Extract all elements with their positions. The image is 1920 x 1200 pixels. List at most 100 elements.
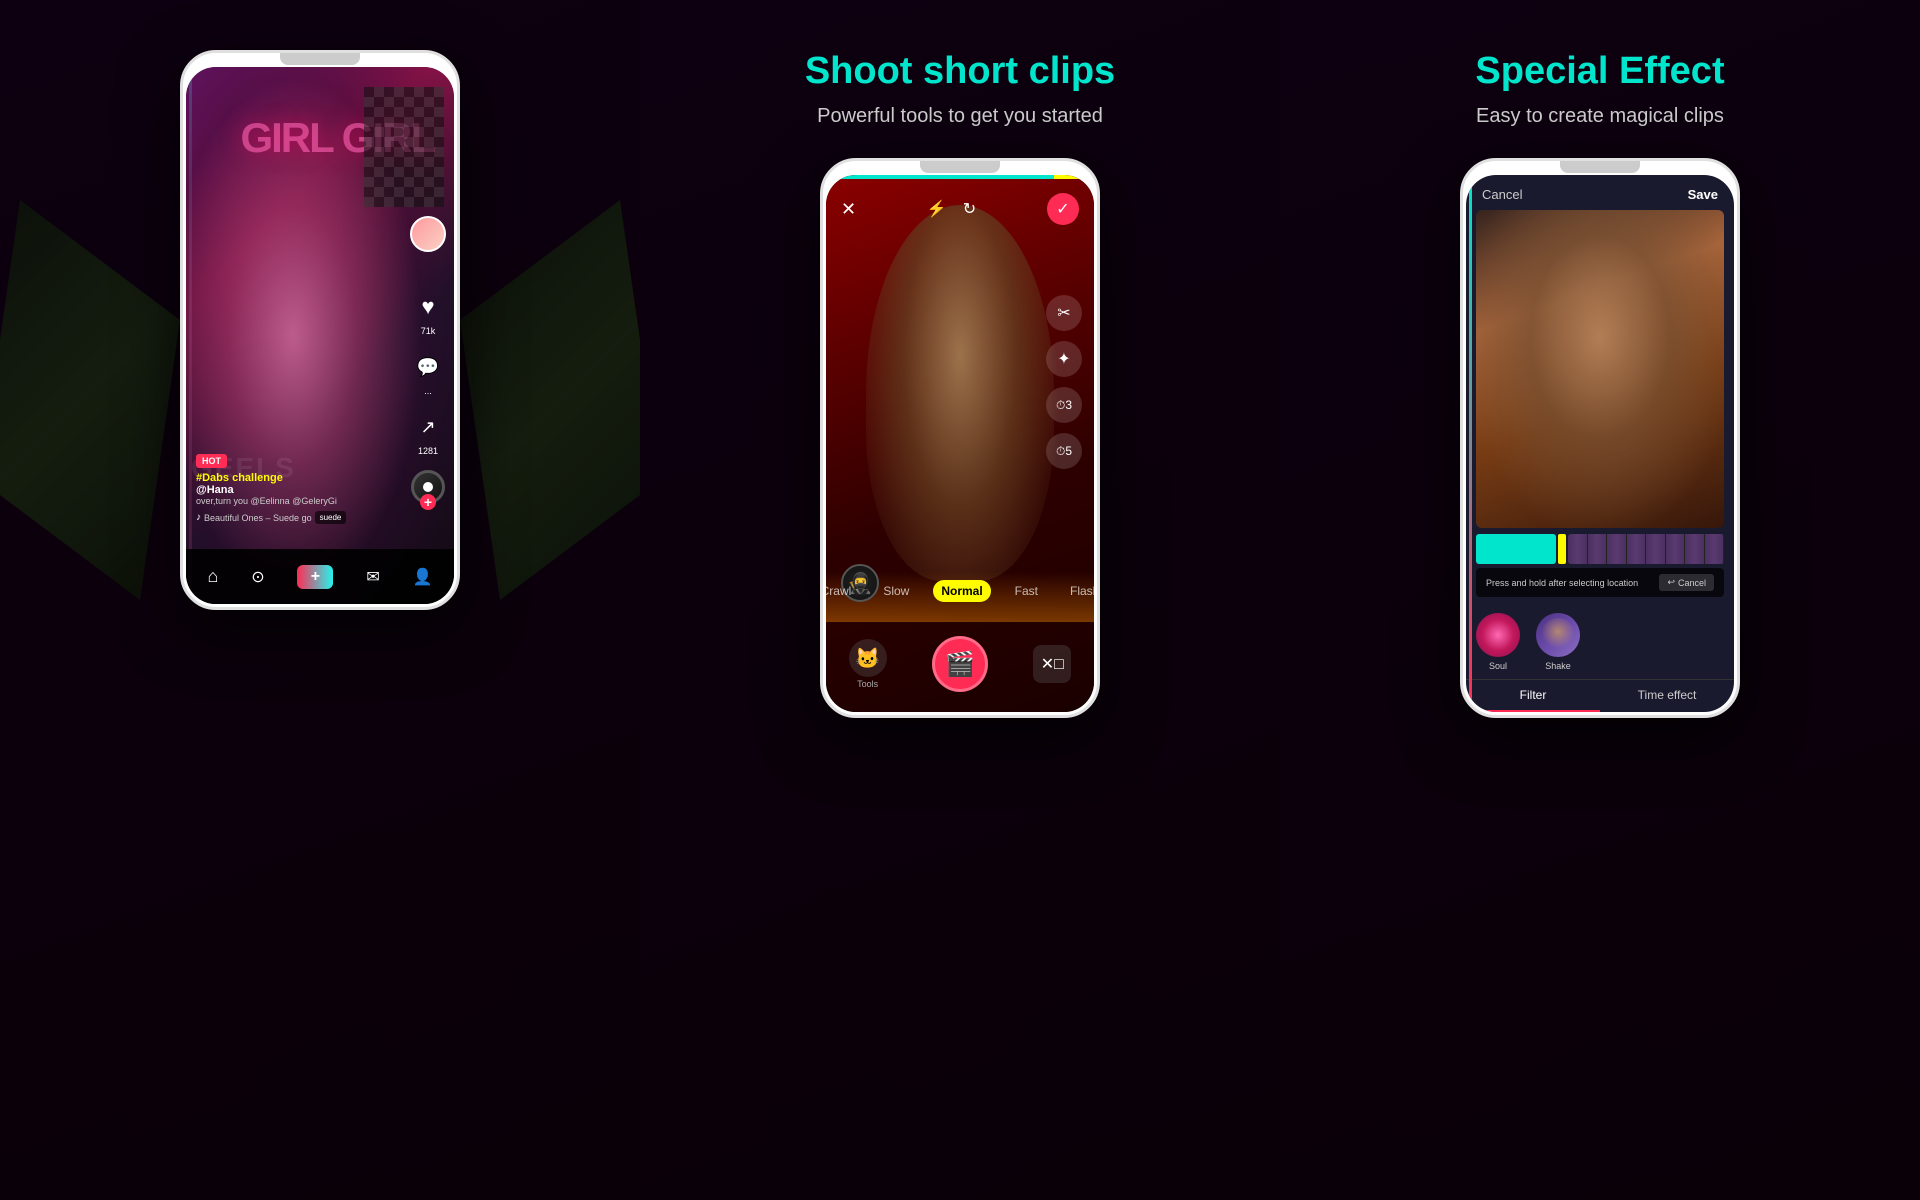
feed-music[interactable]: ♪ Beautiful Ones – Suede go suede: [196, 511, 389, 524]
share-button[interactable]: ↗ 1281: [411, 410, 445, 456]
camera-title: Shoot short clips: [805, 50, 1115, 93]
feed-description: over,turn you @Eelinna @GeleryGi: [196, 496, 389, 508]
speed-flash[interactable]: Flash: [1062, 580, 1094, 602]
delete-button[interactable]: ✕□: [1033, 645, 1071, 683]
share-count: 1281: [418, 446, 438, 456]
timeline-cyan-segment: [1476, 534, 1556, 564]
check-icon: ✓: [1056, 199, 1069, 219]
panel-feed: GIRL GIRL GEELS + ♥ 71k: [0, 0, 640, 1200]
effect-small-cancel-button[interactable]: ↩ Cancel: [1659, 574, 1714, 591]
like-count: 71k: [421, 326, 436, 336]
shake-face: [1541, 618, 1575, 652]
shake-filter-circle[interactable]: [1536, 613, 1580, 657]
tools-icon[interactable]: 🐱: [849, 639, 887, 677]
bottom-nav: ⌂ ⊙ + ✉ 👤: [186, 549, 454, 604]
nav-home[interactable]: ⌂: [207, 566, 218, 587]
record-button[interactable]: 🎬: [932, 636, 988, 692]
camera-bottom-controls: 🐱 Tools 🎬 ✕□: [826, 636, 1094, 692]
flip-camera-icon[interactable]: ↻: [963, 199, 976, 219]
flash-icon[interactable]: ⚡: [927, 199, 947, 219]
timer5-icon: ⏱5: [1056, 444, 1072, 459]
soul-filter-label: Soul: [1489, 661, 1507, 671]
timeline-frames[interactable]: [1568, 534, 1724, 564]
comment-button[interactable]: 💬 ...: [411, 350, 445, 396]
timer5-tool-button[interactable]: ⏱5: [1046, 433, 1082, 469]
timeline-frame: [1705, 534, 1725, 564]
undo-icon: ↩: [1667, 577, 1675, 588]
soul-filter-circle[interactable]: [1476, 613, 1520, 657]
comment-icon[interactable]: 💬: [411, 350, 445, 384]
filter-shake[interactable]: Shake: [1536, 613, 1580, 671]
share-icon[interactable]: ↗: [411, 410, 445, 444]
timer3-icon: ⏱3: [1056, 398, 1072, 413]
nav-profile[interactable]: 👤: [413, 567, 433, 587]
timeline-frame: [1685, 534, 1705, 564]
effect-bottom-tabs: Filter Time effect: [1466, 679, 1734, 712]
phone-screen-feed: GIRL GIRL GEELS + ♥ 71k: [186, 67, 454, 604]
nav-add-button[interactable]: +: [297, 565, 333, 589]
speed-selector: Crawl Slow Normal Fast Flash: [826, 580, 1094, 602]
tab-time-effect[interactable]: Time effect: [1600, 680, 1734, 712]
effect-filters: Soul Shake: [1466, 605, 1734, 679]
effect-instruction-bar: Press and hold after selecting location …: [1476, 568, 1724, 597]
nav-discover[interactable]: ⊙: [251, 567, 264, 587]
instruction-text: Press and hold after selecting location: [1486, 578, 1638, 588]
heart-icon[interactable]: ♥: [411, 290, 445, 324]
speed-normal[interactable]: Normal: [933, 580, 990, 602]
effect-cancel-button[interactable]: Cancel: [1482, 187, 1522, 202]
filter-soul[interactable]: Soul: [1476, 613, 1520, 671]
effect-tool-button[interactable]: ✦: [1046, 341, 1082, 377]
feed-username[interactable]: @Hana: [196, 484, 389, 496]
palm-right-decor: [460, 200, 660, 600]
feed-hashtag[interactable]: #Dabs challenge: [196, 472, 389, 484]
user-avatar[interactable]: [410, 216, 446, 252]
effect-person: [1476, 210, 1724, 528]
timeline-frame: [1646, 534, 1666, 564]
record-icon: 🎬: [945, 650, 975, 679]
cam-top-bar: [826, 175, 1094, 179]
follow-plus-badge[interactable]: +: [420, 494, 436, 510]
checker-bg: [364, 87, 444, 207]
shake-filter-label: Shake: [1545, 661, 1571, 671]
avatar-wrap[interactable]: +: [410, 216, 446, 252]
delete-icon: ✕□: [1041, 654, 1064, 674]
search-icon: ⊙: [251, 567, 264, 587]
profile-icon: 👤: [413, 567, 433, 587]
nav-inbox[interactable]: ✉: [366, 567, 379, 587]
effect-video-area: [1466, 210, 1734, 528]
palm-left-decor: [0, 200, 180, 600]
feed-text-overlay: HOT #Dabs challenge @Hana over,turn you …: [196, 451, 389, 524]
effect-accent-line: [1469, 175, 1472, 712]
effect-timeline[interactable]: [1466, 534, 1734, 564]
close-icon[interactable]: ✕: [841, 199, 856, 220]
comment-text: ...: [424, 386, 432, 396]
trim-tool-button[interactable]: ✂: [1046, 295, 1082, 331]
tools-button[interactable]: 🐱 Tools: [849, 639, 887, 689]
effect-header: Cancel Save: [1466, 175, 1734, 210]
like-button[interactable]: ♥ 71k: [411, 290, 445, 336]
feed-right-icons: + ♥ 71k 💬 ...: [410, 216, 446, 504]
camera-person-face: [866, 205, 1054, 581]
phone-screen-camera: ✕ ⚡ ↻ ✓ ✂ ✦: [826, 175, 1094, 712]
camera-subtitle: Powerful tools to get you started: [817, 105, 1103, 128]
music-note-icon: ♪: [196, 512, 201, 523]
cancel-label: Cancel: [1678, 578, 1706, 588]
phone-feed: GIRL GIRL GEELS + ♥ 71k: [180, 50, 460, 610]
scissors-icon: ✂: [1057, 303, 1070, 323]
camera-right-tools: ✂ ✦ ⏱3 ⏱5: [1046, 295, 1082, 469]
inbox-icon: ✉: [366, 567, 379, 587]
tab-filter[interactable]: Filter: [1466, 680, 1600, 712]
feed-music-text: Beautiful Ones – Suede go: [204, 513, 312, 523]
speed-crawl[interactable]: Crawl: [826, 580, 859, 602]
cam-bar-yellow: [1054, 175, 1094, 179]
timeline-playhead[interactable]: [1558, 534, 1566, 564]
speed-fast[interactable]: Fast: [1007, 580, 1046, 602]
effect-save-button[interactable]: Save: [1688, 187, 1718, 202]
phone-camera: ✕ ⚡ ↻ ✓ ✂ ✦: [820, 158, 1100, 718]
confirm-button[interactable]: ✓: [1047, 193, 1079, 225]
speed-slow[interactable]: Slow: [875, 580, 917, 602]
sparkle-icon: ✦: [1057, 349, 1070, 369]
timer3-tool-button[interactable]: ⏱3: [1046, 387, 1082, 423]
effect-screen: Cancel Save: [1466, 175, 1734, 712]
phone-screen-effect: Cancel Save: [1466, 175, 1734, 712]
